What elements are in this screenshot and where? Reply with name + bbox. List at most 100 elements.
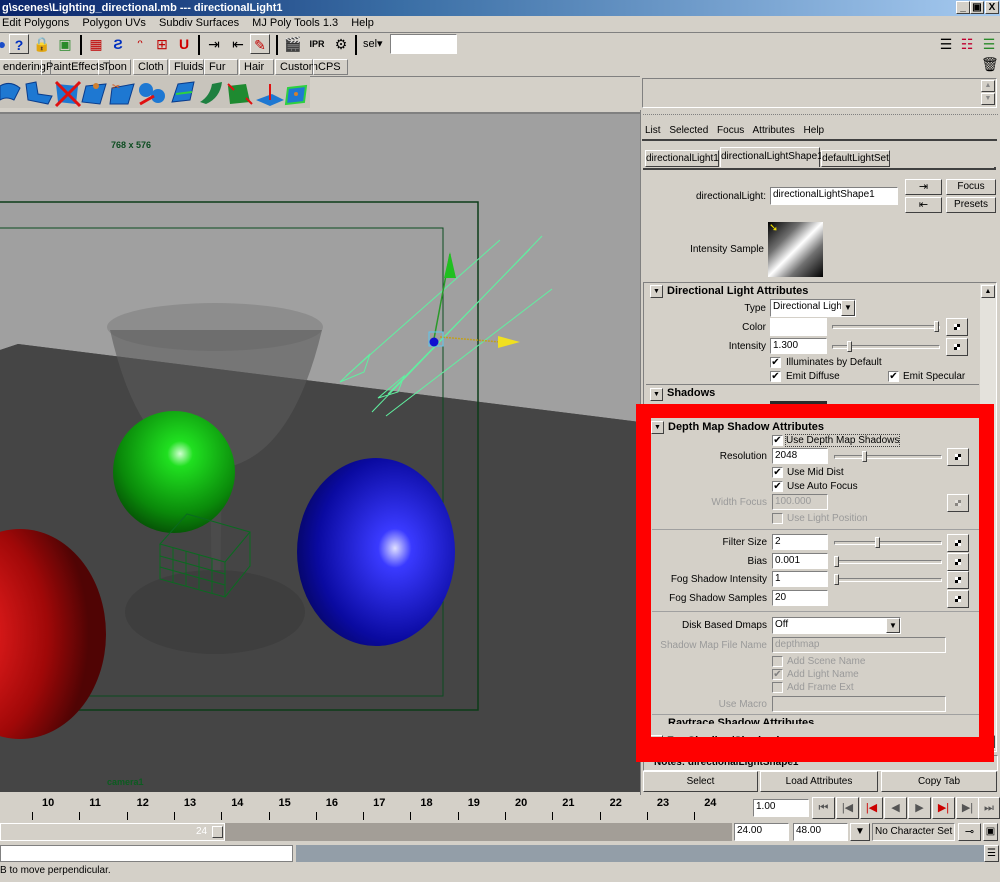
scroll-down-arrow[interactable]: ▼ xyxy=(981,735,995,748)
section-depth-map-shadow-attributes[interactable]: Depth Map Shadow Attributes xyxy=(668,420,824,436)
fog-shadow-intensity-slider-thumb[interactable] xyxy=(834,574,839,585)
select-button[interactable]: Select xyxy=(643,771,758,792)
output-connections-button[interactable]: ⇤ xyxy=(905,197,942,213)
color-slider[interactable] xyxy=(832,325,940,329)
add-frame-ext-checkbox[interactable] xyxy=(772,682,783,693)
intensity-field[interactable]: 1.300 xyxy=(770,338,827,354)
play-forward-button[interactable]: ▶ xyxy=(908,797,931,819)
bias-field[interactable]: 0.001 xyxy=(772,553,828,569)
ipr-render-icon[interactable]: IPR xyxy=(307,34,327,54)
shadow-color-swatch[interactable] xyxy=(770,401,827,409)
menu-help[interactable]: Help xyxy=(351,17,374,29)
collapse-directional-icon[interactable]: ▼ xyxy=(650,285,663,298)
focus-button[interactable]: Focus xyxy=(946,179,996,195)
node-name-field[interactable]: directionalLightShape1 xyxy=(770,187,898,205)
construction-history-icon[interactable]: ✎ xyxy=(250,34,270,54)
ae-menu-focus[interactable]: Focus xyxy=(717,125,744,136)
step-back-frame-button[interactable]: |◀ xyxy=(860,797,883,819)
add-scene-name-checkbox[interactable] xyxy=(772,656,783,667)
shadow-map-file-name-field[interactable]: depthmap xyxy=(772,637,946,653)
use-mid-dist-checkbox[interactable]: ✔ xyxy=(772,467,783,478)
selection-mode-menu[interactable]: sel▾ xyxy=(363,37,383,50)
attribute-editor-toggle-icon[interactable]: ☰ xyxy=(936,34,956,54)
ae-menu-help[interactable]: Help xyxy=(804,125,825,136)
scroll-up-button[interactable]: ▲ xyxy=(981,80,995,92)
play-backward-button[interactable]: ◀ xyxy=(884,797,907,819)
filter-size-slider-thumb[interactable] xyxy=(874,537,880,548)
snap-grid-icon[interactable]: ▦ xyxy=(86,34,106,54)
help-icon[interactable]: ? xyxy=(9,34,29,54)
tab-directionallightshape1[interactable]: directionalLightShape1 xyxy=(720,147,823,167)
step-back-key-button[interactable]: |◀ xyxy=(836,797,859,819)
disk-based-dmaps-dropdown[interactable]: Off ▼ xyxy=(772,617,901,634)
menu-mj-poly-tools[interactable]: MJ Poly Tools 1.3 xyxy=(252,17,338,29)
resolution-slider[interactable] xyxy=(834,455,942,459)
menu-subdiv-surfaces[interactable]: Subdiv Surfaces xyxy=(159,17,239,29)
color-swatch[interactable] xyxy=(770,318,827,336)
section-raytrace-shadow-attributes[interactable]: Raytrace Shadow Attributes xyxy=(668,716,814,724)
go-to-end-button[interactable]: ⏭ xyxy=(978,797,1000,819)
restore-button[interactable]: ▣ xyxy=(970,1,984,14)
filter-size-slider[interactable] xyxy=(834,541,942,545)
tool-settings-toggle-icon[interactable]: ☷ xyxy=(957,34,977,54)
scroll-down-button[interactable]: ▼ xyxy=(981,93,995,105)
emit-specular-checkbox[interactable]: ✔ xyxy=(888,371,899,382)
section-shadows[interactable]: Shadows xyxy=(667,386,715,402)
intensity-slider-thumb[interactable] xyxy=(847,341,853,352)
use-depth-map-shadows-checkbox[interactable]: ✔ xyxy=(772,435,783,446)
bias-map-button[interactable] xyxy=(947,553,969,571)
trash-icon[interactable]: 🗑 xyxy=(981,56,999,73)
presets-button[interactable]: Presets xyxy=(946,197,996,213)
range-slider-bar[interactable] xyxy=(0,823,225,841)
notes-field[interactable]: Notes: directionalLightShape1 xyxy=(643,755,998,771)
collapse-shadows-icon[interactable]: ▼ xyxy=(650,388,663,401)
magnet-icon[interactable]: U xyxy=(174,34,194,54)
expand-fur-icon[interactable]: ▶ xyxy=(650,735,663,748)
shelf-tab-cps[interactable]: CPS xyxy=(313,59,348,75)
fog-shadow-intensity-slider[interactable] xyxy=(834,578,942,582)
input-ops-icon[interactable]: ⇥ xyxy=(204,34,224,54)
use-light-position-checkbox[interactable] xyxy=(772,513,783,524)
copy-tab-button[interactable]: Copy Tab xyxy=(881,771,997,792)
input-connections-button[interactable]: ⇥ xyxy=(905,179,942,195)
resolution-map-button[interactable] xyxy=(947,448,969,466)
character-set-menu-button[interactable]: ▼ xyxy=(850,823,870,841)
intensity-map-button[interactable] xyxy=(946,338,968,356)
scrollbar[interactable] xyxy=(980,284,996,750)
scroll-up-arrow[interactable]: ▲ xyxy=(981,285,995,298)
snap-view-plane-icon[interactable]: ⊞ xyxy=(152,34,172,54)
viewport-3d[interactable]: 768 x 576 camera1 xyxy=(0,112,640,792)
fog-shadow-samples-map-button[interactable] xyxy=(947,590,969,608)
current-frame-field[interactable]: 1.00 xyxy=(753,799,809,817)
resolution-slider-thumb[interactable] xyxy=(861,451,867,462)
fog-shadow-intensity-field[interactable]: 1 xyxy=(772,571,828,587)
type-dropdown[interactable]: Directional Light ▼ xyxy=(770,299,856,317)
filter-size-field[interactable]: 2 xyxy=(772,534,828,550)
shelf-tab-toon[interactable]: Toon xyxy=(98,59,131,75)
auto-key-icon[interactable]: ⊸ xyxy=(958,823,981,841)
go-to-start-button[interactable]: ⏮ xyxy=(812,797,835,819)
use-auto-focus-checkbox[interactable]: ✔ xyxy=(772,481,783,492)
menu-edit-polygons[interactable]: Edit Polygons xyxy=(2,17,69,29)
channel-box-toggle-icon[interactable]: ☰ xyxy=(979,34,999,54)
quick-select-input[interactable] xyxy=(390,34,457,54)
fog-shadow-intensity-map-button[interactable] xyxy=(947,571,969,589)
tab-defaultlightset[interactable]: defaultLightSet xyxy=(821,150,890,167)
range-start-field[interactable]: 24.00 xyxy=(734,823,789,841)
snap-point-icon[interactable]: ᵔ xyxy=(130,34,150,54)
render-globals-icon[interactable]: ⚙ xyxy=(331,34,351,54)
range-slider-handle[interactable] xyxy=(212,826,223,838)
section-directional-light-attributes[interactable]: Directional Light Attributes xyxy=(667,284,808,300)
minimize-button[interactable]: _ xyxy=(956,1,970,14)
bias-slider-thumb[interactable] xyxy=(834,556,839,567)
script-editor-button[interactable]: ☰ xyxy=(984,845,999,862)
step-forward-key-button[interactable]: ▶| xyxy=(956,797,979,819)
shelf-tab-cloth[interactable]: Cloth xyxy=(133,59,168,75)
width-focus-map-button[interactable] xyxy=(947,494,969,512)
color-slider-thumb[interactable] xyxy=(934,321,939,332)
load-attributes-button[interactable]: Load Attributes xyxy=(760,771,878,792)
bias-slider[interactable] xyxy=(834,560,942,564)
emit-diffuse-checkbox[interactable]: ✔ xyxy=(770,371,781,382)
close-button[interactable]: X xyxy=(985,1,999,14)
collapse-depth-map-icon[interactable]: ▼ xyxy=(651,421,664,434)
